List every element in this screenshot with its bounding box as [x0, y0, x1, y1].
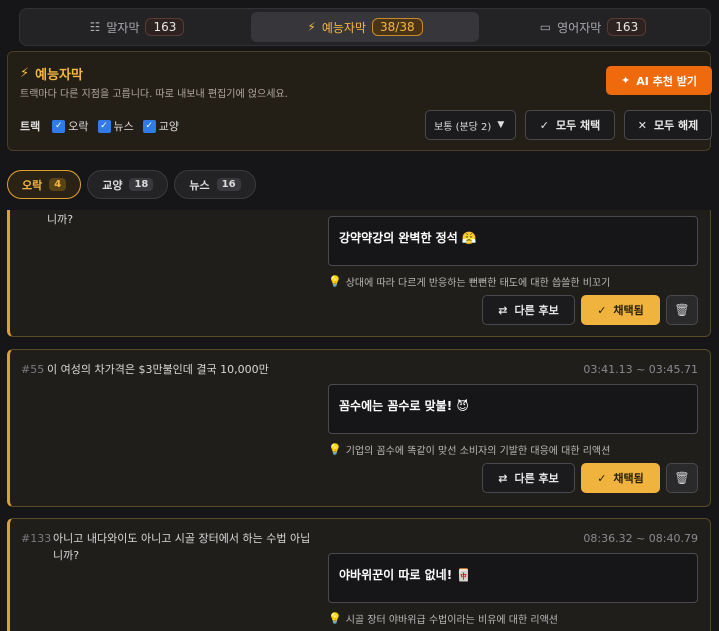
density-select[interactable]: 보통 (분당 2) ▼: [425, 110, 516, 140]
subtitle-candidate-list[interactable]: 니까? 강약약강의 완벽한 정석 😤 💡 상대에 따라 다르게 반응하는 뻔뻔한…: [0, 210, 719, 631]
check-icon: ✓: [597, 471, 607, 485]
pill-label: 뉴스: [189, 178, 210, 192]
trash-icon: 🗑: [674, 471, 690, 485]
panel-title: ⚡ 예능자막: [20, 64, 83, 83]
checkbox-checked-icon[interactable]: ✓: [97, 119, 111, 133]
check-icon: ✓: [597, 303, 607, 317]
track-checkbox-news[interactable]: ✓ 뉴스: [97, 118, 134, 134]
track-checkbox-culture[interactable]: ✓ 교양: [142, 118, 179, 134]
subtitle-card: #55 이 여성의 차가격은 $3만불인데 결국 10,000만 03:41.1…: [7, 349, 711, 507]
adopted-button[interactable]: ✓ 채택됨: [581, 295, 660, 325]
card-number: #133: [21, 532, 52, 545]
lightbulb-icon: 💡: [328, 275, 342, 288]
alternate-label: 다른 후보: [514, 472, 559, 485]
alternate-candidate-button[interactable]: ⇄ 다른 후보: [482, 295, 575, 325]
track-checkbox-label: 오락: [68, 120, 89, 133]
card-number: #55: [21, 363, 45, 376]
pill-label: 교양: [102, 178, 123, 192]
card-actions: ⇄ 다른 후보 ✓ 채택됨 🗑: [482, 295, 698, 325]
panel-description: 트랙마다 다른 지점을 고릅니다. 따로 내보내 편집기에 얹으세요.: [20, 89, 288, 100]
variety-panel: ⚡ 예능자막 트랙마다 다른 지점을 고릅니다. 따로 내보내 편집기에 얹으세…: [7, 51, 712, 151]
pill-count: 18: [129, 178, 154, 191]
track-label: 트랙: [20, 120, 41, 133]
density-select-value: 보통 (분당 2): [434, 121, 492, 133]
filter-pill-culture[interactable]: 교양 18: [87, 170, 169, 199]
delete-button[interactable]: 🗑: [666, 463, 698, 493]
subtitle-hint: 💡 상대에 따라 다르게 반응하는 뻔뻔한 태도에 대한 씁쓸한 비꼬기: [328, 274, 610, 289]
hint-text: 상대에 따라 다르게 반응하는 뻔뻔한 태도에 대한 씁쓸한 비꼬기: [345, 278, 611, 289]
tab-label: 영어자막: [557, 20, 602, 35]
close-icon: ✕: [637, 118, 647, 132]
lightbulb-icon: 💡: [328, 612, 342, 625]
hint-text: 시골 장터 야바위급 수법이라는 비유에 대한 리액션: [345, 615, 558, 626]
lightbulb-icon: 💡: [328, 443, 342, 456]
adopted-label: 채택됨: [613, 472, 644, 485]
subtitle-text-field[interactable]: 강약약강의 완벽한 정석 😤: [328, 216, 698, 266]
clear-all-button[interactable]: ✕ 모두 해제: [624, 110, 712, 140]
timecode: 08:36.32 ~ 08:40.79: [583, 532, 698, 545]
tab-speech-subtitle[interactable]: ☷ 말자막 163: [23, 12, 251, 42]
select-all-button[interactable]: ✓ 모두 채택: [525, 110, 615, 140]
trash-icon: 🗑: [674, 303, 690, 317]
double-check-icon: ✓: [539, 118, 549, 132]
filter-pill-entertainment[interactable]: 오락 4: [7, 170, 82, 199]
ai-recommend-label: AI 추천 받기: [636, 74, 697, 88]
hint-text: 기업의 꼼수에 똑같이 맞선 소비자의 기발한 대응에 대한 리액션: [345, 446, 611, 457]
category-filter-pills: 오락 4 교양 18 뉴스 16: [7, 170, 256, 199]
tab-count: 163: [607, 18, 647, 36]
shuffle-icon: ⇄: [498, 303, 508, 317]
subtitle-text-field[interactable]: 야바위꾼이 따로 없네! 🀄: [328, 553, 698, 603]
delete-button[interactable]: 🗑: [666, 295, 698, 325]
subtitle-type-tabs: ☷ 말자막 163 ⚡ 예능자막 38/38 ▭ 영어자막 163: [19, 8, 711, 46]
subtitle-card: #133 아니고 내다와이도 아니고 시골 장터에서 하는 수법 아닙니까? 0…: [7, 518, 711, 631]
shuffle-icon: ⇄: [498, 471, 508, 485]
subtitle-hint: 💡 시골 장터 야바위급 수법이라는 비유에 대한 리액션: [328, 611, 558, 626]
track-checkbox-entertainment[interactable]: ✓ 오락: [52, 118, 89, 134]
filter-pill-news[interactable]: 뉴스 16: [174, 170, 256, 199]
source-line-text: 니까?: [47, 213, 74, 226]
ai-recommend-button[interactable]: ✦ AI 추천 받기: [606, 66, 712, 95]
subtitle-hint: 💡 기업의 꼼수에 똑같이 맞선 소비자의 기발한 대응에 대한 리액션: [328, 442, 610, 457]
caption-icon: ▭: [539, 20, 552, 34]
track-checkbox-label: 뉴스: [113, 120, 134, 133]
pill-count: 4: [49, 178, 67, 191]
list-icon: ☷: [89, 20, 101, 34]
lightning-icon: ⚡: [307, 20, 316, 34]
source-line-text: 이 여성의 차가격은 $3만불인데 결국 10,000만: [47, 363, 269, 376]
pill-label: 오락: [22, 178, 43, 192]
tab-label: 예능자막: [321, 20, 366, 35]
adopted-label: 채택됨: [613, 304, 644, 317]
source-line-text: 아니고 내다와이도 아니고 시골 장터에서 하는 수법 아닙니까?: [53, 532, 311, 562]
select-all-label: 모두 채택: [555, 119, 601, 132]
tab-count: 163: [145, 18, 185, 36]
alternate-candidate-button[interactable]: ⇄ 다른 후보: [482, 463, 575, 493]
tab-count: 38/38: [372, 18, 423, 36]
track-filter-row: 트랙 ✓ 오락 ✓ 뉴스 ✓ 교양: [20, 118, 179, 134]
subtitle-text-field[interactable]: 꼼수에는 꼼수로 맞불! 😈: [328, 384, 698, 434]
checkbox-checked-icon[interactable]: ✓: [52, 119, 66, 133]
subtitle-card: 니까? 강약약강의 완벽한 정석 😤 💡 상대에 따라 다르게 반응하는 뻔뻔한…: [7, 210, 711, 337]
checkbox-checked-icon[interactable]: ✓: [142, 119, 156, 133]
tab-english-subtitle[interactable]: ▭ 영어자막 163: [479, 12, 707, 42]
track-checkbox-label: 교양: [158, 120, 179, 133]
timecode: 03:41.13 ~ 03:45.71: [583, 363, 698, 376]
chevron-down-icon: ▼: [497, 120, 505, 130]
alternate-label: 다른 후보: [514, 304, 559, 317]
tab-variety-subtitle[interactable]: ⚡ 예능자막 38/38: [251, 12, 479, 42]
tab-label: 말자막: [106, 20, 140, 35]
card-actions: ⇄ 다른 후보 ✓ 채택됨 🗑: [482, 463, 698, 493]
panel-title-text: 예능자막: [35, 68, 83, 83]
lightning-icon: ⚡: [20, 66, 30, 81]
adopted-button[interactable]: ✓ 채택됨: [581, 463, 660, 493]
magic-wand-icon: ✦: [621, 74, 631, 87]
clear-all-label: 모두 해제: [653, 119, 699, 132]
pill-count: 16: [216, 178, 241, 191]
